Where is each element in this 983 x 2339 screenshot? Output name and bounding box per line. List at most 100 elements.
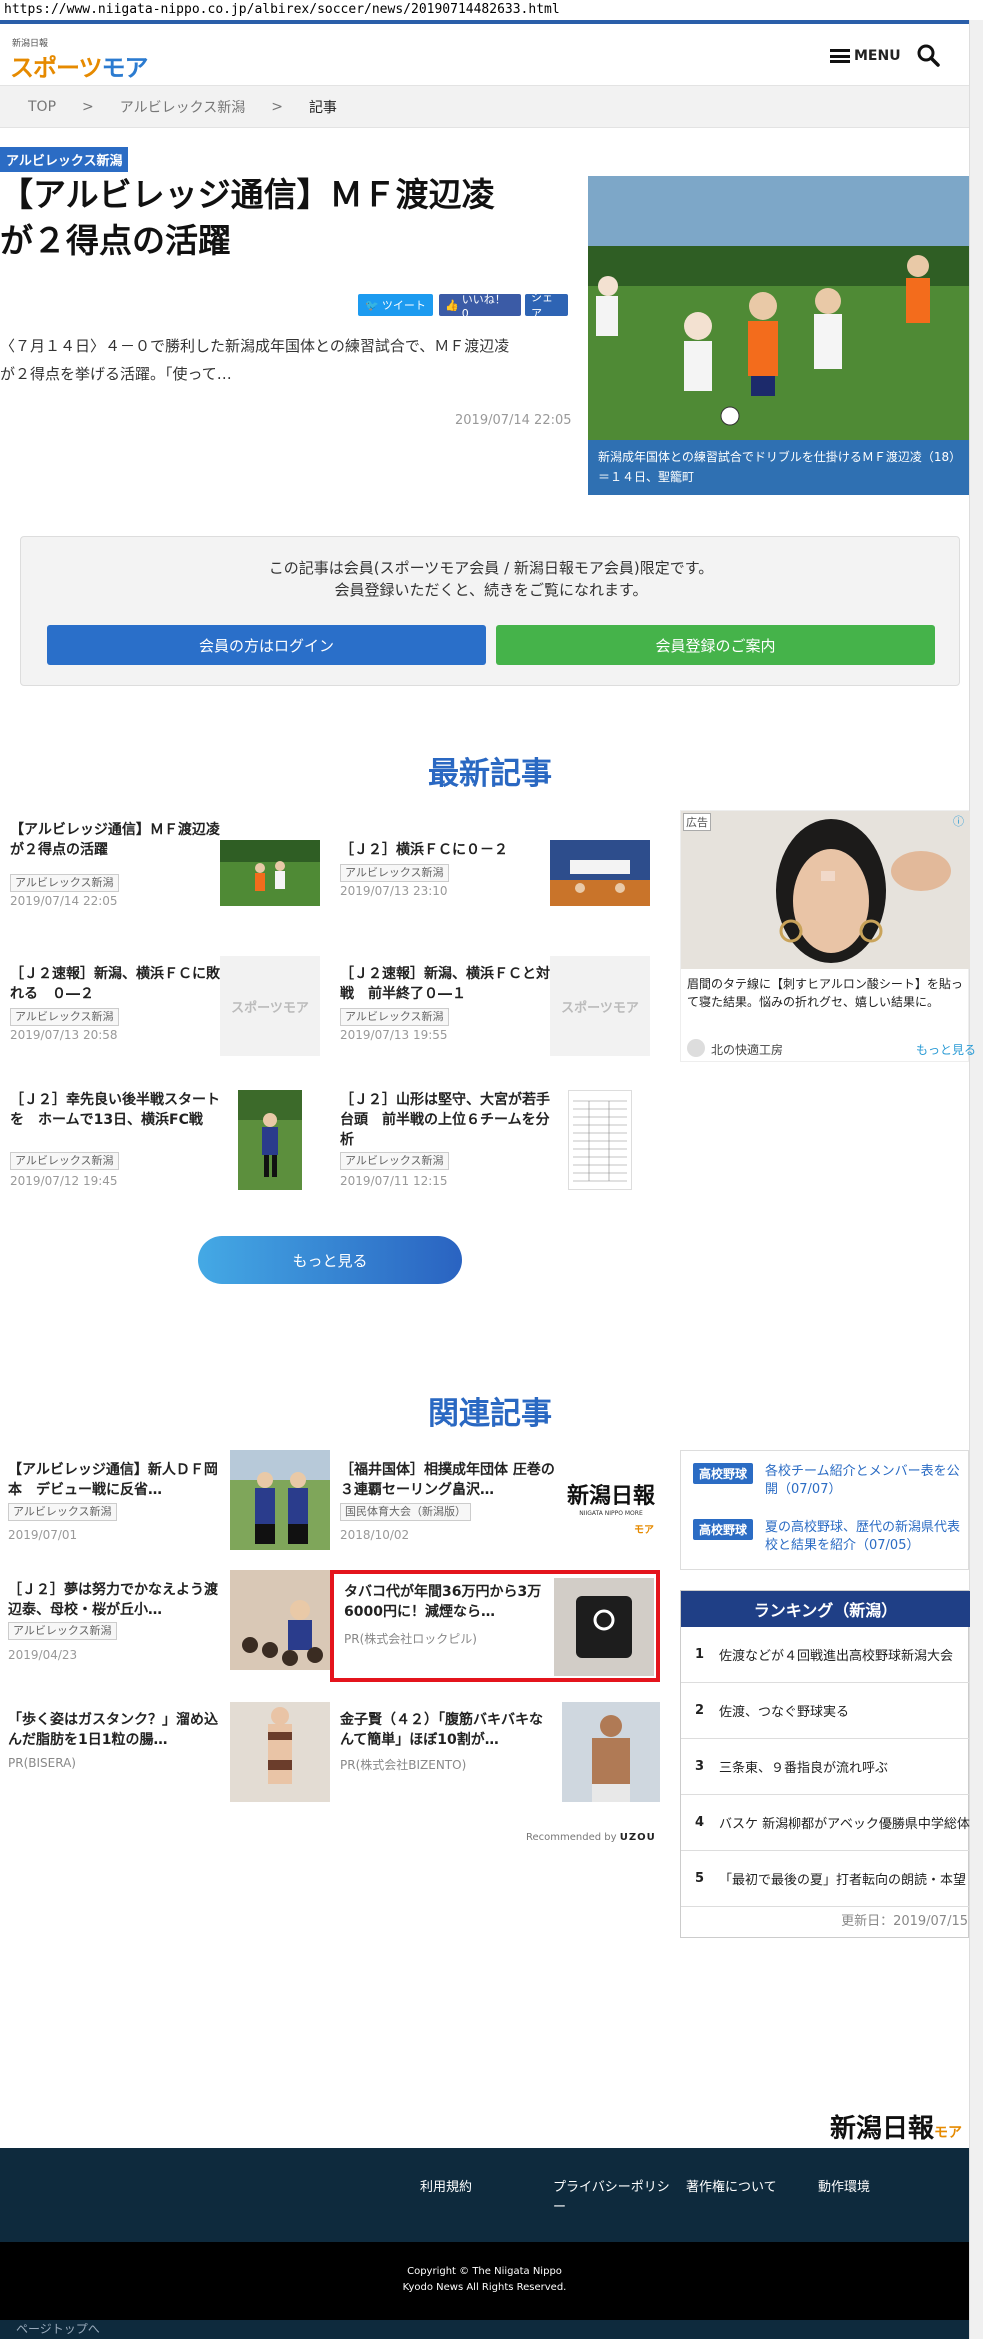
noimage-logo: スポーツモア <box>231 1000 309 1016</box>
latest-card[interactable]: 【アルビレッジ通信】ＭＦ渡辺凌が２得点の活躍 アルビレックス新潟 2019/07… <box>10 820 330 920</box>
footer-logo-more: モア <box>934 2125 963 2141</box>
rank-text: 佐渡、つなぐ野球実る <box>719 1705 850 1720</box>
ranking-title: ランキング（新潟） <box>681 1591 970 1627</box>
latest-card-thumb <box>550 840 650 906</box>
sponsor-icon <box>687 1039 705 1057</box>
latest-card-tag[interactable]: アルビレックス新潟 <box>10 874 119 892</box>
highschool-link[interactable]: 夏の高校野球、歴代の新潟県代表校と結果を紹介（07/05） <box>765 1519 960 1555</box>
related-title[interactable]: ［Ｊ２］夢は努力でかなえよう渡辺泰、母校・桜が丘小… <box>8 1580 218 1620</box>
recommended-by[interactable]: Recommended by UZOU <box>526 1832 656 1843</box>
latest-heading: 最新記事 <box>428 756 552 792</box>
latest-card-tag[interactable]: アルビレックス新潟 <box>340 1152 449 1170</box>
players-thumb-image <box>230 1450 330 1550</box>
pr-source[interactable]: PR(BISERA) <box>8 1756 76 1770</box>
breadcrumb-top[interactable]: TOP <box>28 99 56 115</box>
menu-label: MENU <box>854 48 901 64</box>
ad-text[interactable]: 眉間のタテ線に【刺すヒアルロン酸シート】を貼って寝た結果。悩みの折れグセ、嬉しい… <box>687 975 965 1011</box>
related-title[interactable]: ［福井国体］相撲成年団体 圧巻の３連覇セーリング畠沢… <box>340 1460 560 1500</box>
related-tag[interactable]: 国民体育大会（新潟版） <box>340 1503 471 1521</box>
address-bar[interactable]: https://www.niigata-nippo.co.jp/albirex/… <box>0 0 983 20</box>
latest-card-tag[interactable]: アルビレックス新潟 <box>10 1008 119 1026</box>
footer-link-terms[interactable]: 利用規約 <box>420 2178 472 2198</box>
like-button[interactable]: 👍 いいね！ 0 <box>439 293 521 320</box>
latest-card[interactable]: ［Ｊ２］幸先良い後半戦スタートを ホームで13日、横浜FC戦 アルビレックス新潟… <box>10 1090 330 1190</box>
footer-logo[interactable]: 新潟日報モア <box>830 2108 962 2145</box>
pr-source[interactable]: PR(株式会社BIZENTO) <box>340 1756 466 1773</box>
latest-card-tag[interactable]: アルビレックス新潟 <box>10 1152 119 1170</box>
highschool-box: 高校野球 各校チーム紹介とメンバー表を公開（07/07） 高校野球 夏の高校野球… <box>680 1450 969 1570</box>
breadcrumb-albirex[interactable]: アルビレックス新潟 <box>120 97 245 117</box>
related-tag[interactable]: アルビレックス新潟 <box>8 1622 117 1640</box>
related-title[interactable]: 【アルビレッジ通信】新人ＤＦ岡本 デビュー戦に反省… <box>8 1460 218 1500</box>
more-button[interactable]: もっと見る <box>198 1236 462 1284</box>
niigata-nippo-logo-more: モア <box>634 1525 654 1536</box>
footer-link-environment[interactable]: 動作環境 <box>818 2178 870 2198</box>
ranking-item[interactable]: 5 「最初で最後の夏」打者転向の朗読・本望 <box>681 1851 970 1907</box>
pr-thumb[interactable] <box>230 1702 330 1802</box>
highschool-tag[interactable]: 高校野球 <box>693 1463 754 1484</box>
niigata-nippo-logo-sub: NIIGATA NIPPO MORE <box>579 1510 643 1517</box>
latest-card[interactable]: ［Ｊ２］横浜ＦＣに０－２ アルビレックス新潟 2019/07/13 23:10 <box>340 820 660 920</box>
share-button[interactable]: シェア <box>525 291 568 320</box>
article-lead-line1: 〈７月１４日〉４－０で勝利した新潟成年国体との練習試合で、ＭＦ渡辺凌 <box>0 337 510 355</box>
ranking-item[interactable]: 2 佐渡、つなぐ野球実る <box>681 1683 970 1739</box>
latest-card-title: ［Ｊ２速報］新潟、横浜ＦＣと対戦 前半終了０―１ <box>340 966 550 1002</box>
pr-thumb[interactable] <box>562 1702 660 1802</box>
site-logo[interactable]: スポーツモア <box>10 48 149 83</box>
latest-card-tag[interactable]: アルビレックス新潟 <box>340 864 449 882</box>
latest-card-date: 2019/07/11 12:15 <box>340 1174 448 1188</box>
latest-card-date: 2019/07/13 20:58 <box>10 1028 118 1042</box>
related-heading: 関連記事 <box>428 1396 552 1432</box>
thumbs-up-icon: 👍 <box>445 298 459 312</box>
pr-title[interactable]: 「歩く姿はガスタンク？」溜め込んだ脂肪を1日1粒の腸… <box>8 1710 218 1750</box>
footer-link-copyright[interactable]: 著作権について <box>686 2178 777 2198</box>
article-title-line1: 【アルビレッジ通信】ＭＦ渡辺凌 <box>0 175 495 214</box>
login-button[interactable]: 会員の方はログイン <box>47 625 486 665</box>
rank-text: 三条東、９番指良が流れ呼ぶ <box>719 1761 889 1776</box>
highlighted-ad-frame <box>330 1570 660 1682</box>
search-button[interactable] <box>915 42 941 68</box>
related-date: 2019/07/01 <box>8 1528 78 1542</box>
logo-main-b: モア <box>101 54 149 82</box>
related-thumb[interactable] <box>230 1570 330 1670</box>
highschool-tag[interactable]: 高校野球 <box>693 1519 754 1540</box>
related-tag[interactable]: アルビレックス新潟 <box>8 1503 117 1521</box>
menu-button[interactable]: MENU <box>830 44 901 68</box>
related-thumb[interactable] <box>230 1450 330 1550</box>
pr-title[interactable]: 金子賢（４２）「腹筋バキバキなんて簡単」ほぼ10割が… <box>340 1710 550 1750</box>
ad-sponsor[interactable]: 北の快適工房 <box>711 1041 783 1058</box>
rank-number: 3 <box>695 1759 705 1774</box>
ranking-item[interactable]: 3 三条東、９番指良が流れ呼ぶ <box>681 1739 970 1795</box>
member-notice: この記事は会員(スポーツモア会員 / 新潟日報モア会員)限定です。 会員登録いた… <box>21 557 961 601</box>
ranking-item[interactable]: 4 バスケ 新潟柳都がアベック優勝県中学総体 <box>681 1795 970 1851</box>
highschool-link[interactable]: 各校チーム紹介とメンバー表を公開（07/07） <box>765 1463 960 1499</box>
member-only-box: この記事は会員(スポーツモア会員 / 新潟日報モア会員)限定です。 会員登録いた… <box>20 536 960 686</box>
ad-banner[interactable]: 広告 ⓘ 眉間のタテ線に【刺すヒアルロン酸シート】を貼って寝た結果。悩みの折れグ… <box>680 810 976 1062</box>
breadcrumb: TOP > アルビレックス新潟 > 記事 <box>0 86 969 128</box>
latest-card[interactable]: ［Ｊ２］山形は堅守、大宮が若手台頭 前半戦の上位６チームを分析 アルビレックス新… <box>340 1090 660 1190</box>
footer-link-privacy[interactable]: プライバシーポリシー <box>553 2178 675 2218</box>
ad-label: 広告 <box>683 813 711 831</box>
ad-more-link[interactable]: もっと見る <box>916 1041 976 1058</box>
rank-number: 2 <box>695 1703 705 1718</box>
latest-card-date: 2019/07/14 22:05 <box>10 894 118 908</box>
category-badge[interactable]: アルビレックス新潟 <box>0 147 129 172</box>
scrollbar[interactable] <box>969 20 983 2339</box>
page-top-link[interactable]: ページトップへ <box>0 2320 969 2339</box>
adchoices-icon[interactable]: ⓘ <box>953 813 964 829</box>
rank-text: バスケ 新潟柳都がアベック優勝県中学総体 <box>719 1817 970 1832</box>
site-header: 新潟日報 スポーツモア MENU <box>0 24 969 86</box>
latest-card[interactable]: ［Ｊ２速報］新潟、横浜ＦＣと対戦 前半終了０―１ アルビレックス新潟 2019/… <box>340 956 660 1056</box>
register-button[interactable]: 会員登録のご案内 <box>496 625 935 665</box>
latest-card[interactable]: ［Ｊ２速報］新潟、横浜ＦＣに敗れる ０―２ アルビレックス新潟 2019/07/… <box>10 956 330 1056</box>
breadcrumb-separator: > <box>271 98 283 115</box>
ranking-item[interactable]: 1 佐渡などが４回戦進出高校野球新潟大会 <box>681 1627 970 1683</box>
tweet-button[interactable]: 🐦 ツイート <box>358 294 433 316</box>
article-lead-line2: が２得点を挙げる活躍。「使って… <box>0 365 232 383</box>
rank-number: 5 <box>695 1871 705 1886</box>
related-thumb[interactable]: 新潟日報 NIIGATA NIPPO MORE モア <box>562 1460 660 1540</box>
latest-card-title: ［Ｊ２］幸先良い後半戦スタートを ホームで13日、横浜FC戦 <box>10 1092 220 1128</box>
photo-caption: 新潟成年国体との練習試合でドリブルを仕掛けるＭＦ渡辺凌（18）＝１４日、聖籠町 <box>588 440 969 495</box>
latest-card-title: 【アルビレッジ通信】ＭＦ渡辺凌が２得点の活躍 <box>10 822 220 858</box>
latest-card-tag[interactable]: アルビレックス新潟 <box>340 1008 449 1026</box>
